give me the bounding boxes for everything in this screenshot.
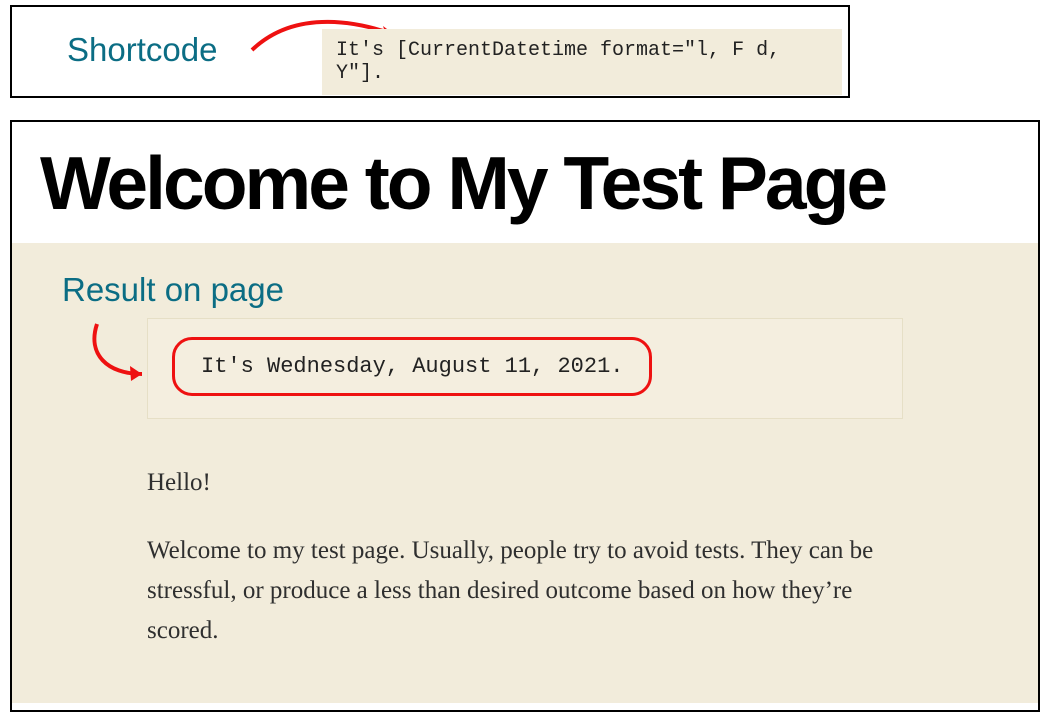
greeting-text: Hello! [147,463,922,503]
page-body: Result on page It's Wednesday, August 11… [12,243,1038,703]
shortcode-annotation-label: Shortcode [67,31,217,69]
result-output-text: It's Wednesday, August 11, 2021. [172,337,652,396]
shortcode-code: It's [CurrentDatetime format="l, F d, Y"… [322,29,842,95]
intro-paragraph: Welcome to my test page. Usually, people… [147,531,922,651]
page-title: Welcome to My Test Page [12,122,1038,243]
page-content: Hello! Welcome to my test page. Usually,… [147,463,922,679]
shortcode-panel: Shortcode It's [CurrentDatetime format="… [10,5,850,98]
result-annotation-label: Result on page [62,271,284,309]
result-output-box: It's Wednesday, August 11, 2021. [147,318,903,419]
rendered-page-panel: Welcome to My Test Page Result on page I… [10,120,1040,712]
